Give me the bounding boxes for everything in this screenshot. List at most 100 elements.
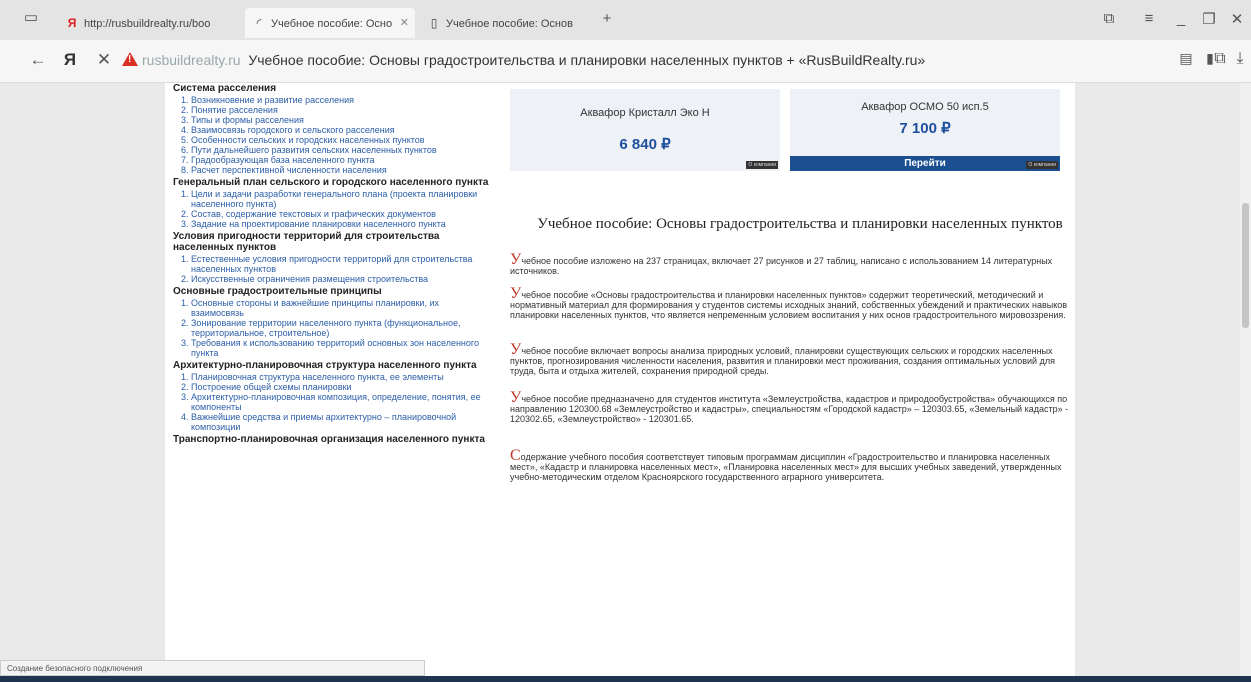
sidebar-link[interactable]: Цели и задачи разработки генерального пл… bbox=[191, 189, 493, 209]
product-name: Аквафор ОСМО 50 исп.5 bbox=[861, 101, 989, 113]
product-card-2[interactable]: Аквафор ОСМО 50 исп.5 7 100 ₽ Перейти О … bbox=[790, 89, 1060, 171]
tablo-icon[interactable]: ▭ bbox=[20, 8, 42, 26]
sidebar-section-heading: Условия пригодности территорий для строи… bbox=[173, 231, 440, 253]
sidebar-link-text: Архитектурно-планировочная композиция, о… bbox=[191, 392, 481, 412]
menu-icon[interactable]: ≡ bbox=[1138, 10, 1160, 27]
article-paragraph: Учебное пособие изложено на 237 страница… bbox=[510, 252, 1070, 277]
status-bar: Создание безопасного подключения bbox=[0, 660, 425, 676]
sidebar-link[interactable]: Особенности сельских и городских населен… bbox=[191, 135, 493, 145]
tab-bar: ▭ Яhttp://rusbuildrealty.ru/boo ◜ Учебное… bbox=[0, 0, 1251, 40]
product-card-1[interactable]: Аквафор Кристалл Эко Н 6 840 ₽ О компани… bbox=[510, 89, 780, 171]
sidebar-link[interactable]: Понятие расселения bbox=[191, 105, 493, 115]
paragraph-text: чебное пособие включает вопросы анализа … bbox=[510, 346, 1055, 376]
product-name: Аквафор Кристалл Эко Н bbox=[580, 107, 710, 119]
yandex-logo-icon[interactable]: Я bbox=[60, 50, 80, 70]
article-paragraph: Учебное пособие предназначено для студен… bbox=[510, 390, 1070, 425]
sidebar-link[interactable]: Зонирование территории населенного пункт… bbox=[191, 318, 493, 338]
tab-3-label: Учебное пособие: Основ bbox=[446, 18, 573, 30]
article-title: Учебное пособие: Основы градостроительст… bbox=[537, 216, 1063, 232]
page-viewport: Система расселенияВозникновение и развит… bbox=[0, 83, 1240, 682]
url-field[interactable]: rusbuildrealty.ru Учебное пособие: Основ… bbox=[142, 48, 1152, 72]
stop-icon[interactable]: ✕ bbox=[94, 50, 114, 70]
tab-1-label: http://rusbuildrealty.ru/boo bbox=[84, 18, 211, 30]
sidebar-link-text: Цели и задачи разработки генерального пл… bbox=[191, 189, 478, 209]
article-paragraph: Учебное пособие «Основы градостроительст… bbox=[510, 286, 1070, 321]
sidebar-list: Основные стороны и важнейшие принципы пл… bbox=[173, 298, 493, 358]
back-icon[interactable]: ← bbox=[28, 50, 48, 70]
sidebar-link[interactable]: Возникновение и развитие расселения bbox=[191, 95, 493, 105]
sidebar-link-text: Важнейшие средства и приемы архитектурно… bbox=[191, 412, 457, 432]
os-taskbar bbox=[0, 676, 1251, 682]
page-scrollbar[interactable] bbox=[1240, 83, 1251, 682]
sidebar-link-text: Основные стороны и важнейшие принципы пл… bbox=[191, 298, 439, 318]
sidebar-link[interactable]: Архитектурно-планировочная композиция, о… bbox=[191, 392, 493, 412]
article-paragraph: Учебное пособие включает вопросы анализа… bbox=[510, 342, 1070, 377]
sidebar-link-text: Типы и формы расселения bbox=[191, 115, 304, 125]
sidebar-link-text: Задание на проектирование планировки нас… bbox=[191, 219, 446, 229]
sidebar-link[interactable]: Важнейшие средства и приемы архитектурно… bbox=[191, 412, 493, 432]
new-tab-button[interactable]: + bbox=[596, 10, 618, 27]
download-icon[interactable]: ⤓ bbox=[1230, 50, 1250, 68]
insecure-warning-icon[interactable]: ! bbox=[122, 52, 138, 66]
sidebar-link-text: Особенности сельских и городских населен… bbox=[191, 135, 425, 145]
go-button-label: Перейти bbox=[904, 158, 946, 169]
sidebar-link[interactable]: Планировочная структура населенного пунк… bbox=[191, 372, 493, 382]
tab-1[interactable]: Яhttp://rusbuildrealty.ru/boo bbox=[58, 8, 238, 38]
sidebar-section-heading: Архитектурно-планировочная структура нас… bbox=[173, 360, 477, 371]
paragraph-text: одержание учебного пособия соответствует… bbox=[510, 452, 1062, 482]
article-paragraph: Содержание учебного пособия соответствуе… bbox=[510, 448, 1070, 483]
url-domain: rusbuildrealty.ru bbox=[142, 52, 241, 68]
sidebar-link-text: Построение общей схемы планировки bbox=[191, 382, 352, 392]
sidebar-link[interactable]: Требования к использованию территорий ос… bbox=[191, 338, 493, 358]
contents-sidebar: Система расселенияВозникновение и развит… bbox=[173, 83, 493, 445]
page-body: Система расселенияВозникновение и развит… bbox=[165, 83, 1075, 682]
loading-icon: ◜ bbox=[256, 16, 262, 30]
sidebar-section-heading: Основные градостроительные принципы bbox=[173, 286, 382, 297]
sidebar-link[interactable]: Типы и формы расселения bbox=[191, 115, 493, 125]
sidebar-link-text: Состав, содержание текстовых и графическ… bbox=[191, 209, 436, 219]
sidebar-link-text: Понятие расселения bbox=[191, 105, 278, 115]
reader-icon[interactable]: ▤ bbox=[1176, 50, 1196, 67]
sidebar-link[interactable]: Пути дальнейшего развития сельских насел… bbox=[191, 145, 493, 155]
sidebar-link-text: Градообразующая база населенного пункта bbox=[191, 155, 375, 165]
ad-badge: О компании bbox=[746, 161, 778, 169]
product-price: 7 100 ₽ bbox=[899, 120, 951, 137]
url-title: Учебное пособие: Основы градостроительст… bbox=[248, 52, 926, 68]
sidebar-link[interactable]: Естественные условия пригодности террито… bbox=[191, 254, 493, 274]
sidebar-link[interactable]: Расчет перспективной численности населен… bbox=[191, 165, 493, 175]
sidebar-link-text: Искусственные ограничения размещения стр… bbox=[191, 274, 429, 284]
tab-2-label: Учебное пособие: Осно bbox=[271, 18, 393, 30]
close-window-icon[interactable]: ✕ bbox=[1226, 10, 1248, 28]
sidebar-link-text: Взаимосвязь городского и сельского рассе… bbox=[191, 125, 395, 135]
sidebar-link-text: Пути дальнейшего развития сельских насел… bbox=[191, 145, 437, 155]
product-price: 6 840 ₽ bbox=[619, 136, 671, 153]
sidebar-link[interactable]: Основные стороны и важнейшие принципы пл… bbox=[191, 298, 493, 318]
ad-badge: О компании bbox=[1026, 161, 1058, 169]
sidebar-link[interactable]: Задание на проектирование планировки нас… bbox=[191, 219, 493, 229]
downloads-icon[interactable]: ⧉ bbox=[1098, 10, 1120, 27]
sidebar-section-heading: Транспортно-планировочная организация на… bbox=[173, 434, 485, 445]
tab-2[interactable]: ◜ Учебное пособие: Осно ✕ bbox=[245, 8, 415, 38]
sidebar-section-heading: Генеральный план сельского и городского … bbox=[173, 177, 489, 188]
close-icon[interactable]: ✕ bbox=[400, 8, 409, 38]
go-button[interactable]: Перейти bbox=[790, 156, 1060, 171]
sidebar-section-heading: Система расселения bbox=[173, 83, 277, 94]
sidebar-link-text: Требования к использованию территорий ос… bbox=[191, 338, 479, 358]
sidebar-list: Естественные условия пригодности террито… bbox=[173, 254, 493, 284]
yandex-icon: Я bbox=[67, 16, 77, 30]
sidebar-link-text: Естественные условия пригодности террито… bbox=[191, 254, 473, 274]
scrollbar-thumb[interactable] bbox=[1242, 203, 1249, 328]
sidebar-link-text: Зонирование территории населенного пункт… bbox=[191, 318, 461, 338]
sidebar-link[interactable]: Взаимосвязь городского и сельского рассе… bbox=[191, 125, 493, 135]
minimize-icon[interactable]: _ bbox=[1170, 10, 1192, 27]
tab-3[interactable]: ▯ Учебное пособие: Основ bbox=[420, 8, 590, 38]
sidebar-link[interactable]: Построение общей схемы планировки bbox=[191, 382, 493, 392]
sidebar-link[interactable]: Состав, содержание текстовых и графическ… bbox=[191, 209, 493, 219]
translate-icon[interactable]: ⧉ bbox=[1210, 50, 1230, 68]
sidebar-list: Планировочная структура населенного пунк… bbox=[173, 372, 493, 432]
restore-icon[interactable]: ❐ bbox=[1198, 10, 1220, 28]
sidebar-link[interactable]: Градообразующая база населенного пункта bbox=[191, 155, 493, 165]
paragraph-text: чебное пособие изложено на 237 страницах… bbox=[510, 256, 1053, 276]
sidebar-link-text: Возникновение и развитие расселения bbox=[191, 95, 355, 105]
sidebar-link[interactable]: Искусственные ограничения размещения стр… bbox=[191, 274, 493, 284]
